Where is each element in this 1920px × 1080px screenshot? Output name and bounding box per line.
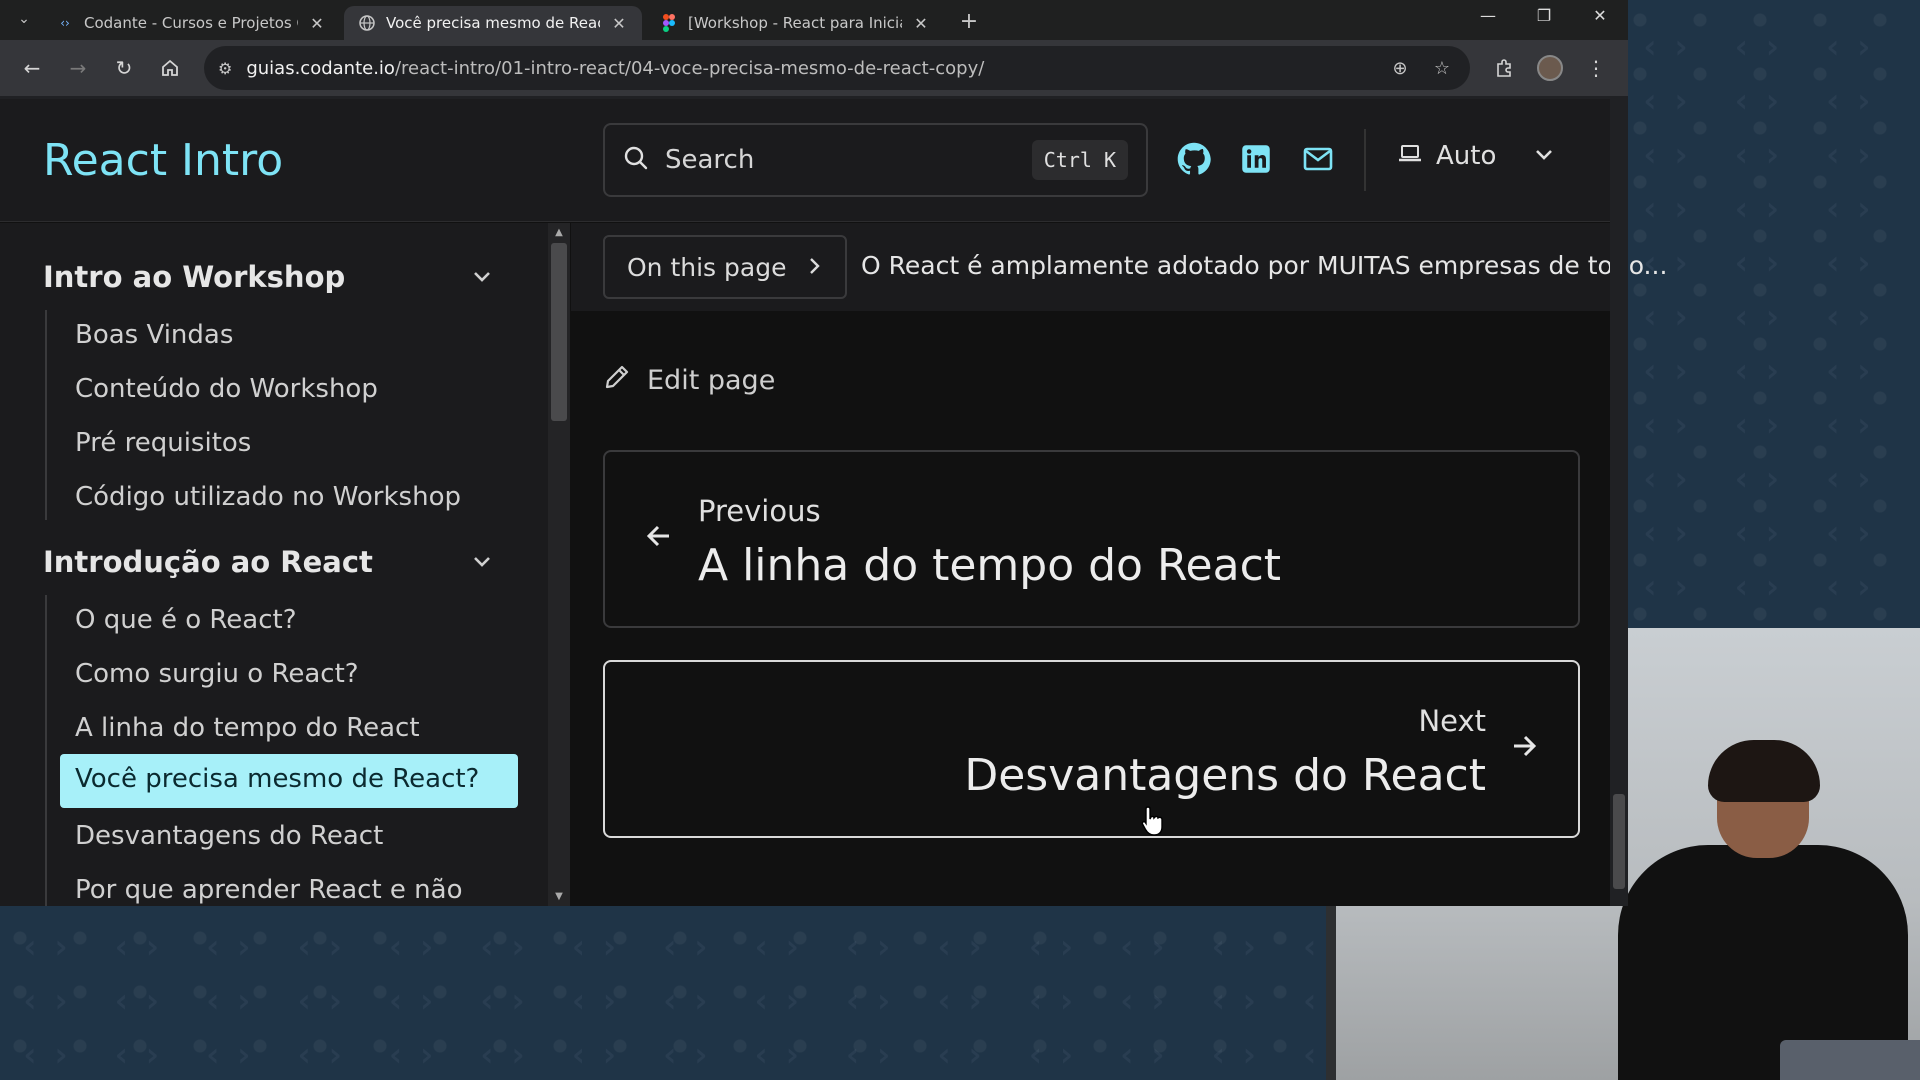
close-window-icon[interactable]: ✕: [1572, 0, 1628, 30]
sidebar-item-voce-precisa[interactable]: Você precisa mesmo de React?: [60, 754, 518, 808]
sidebar-item-conteudo[interactable]: Conteúdo do Workshop: [75, 374, 378, 404]
theme-select[interactable]: Auto: [1398, 141, 1496, 171]
edit-page-link[interactable]: Edit page: [603, 363, 775, 398]
mail-icon[interactable]: [1300, 141, 1336, 177]
extensions-icon[interactable]: [1484, 48, 1524, 88]
arrow-right-icon: [1510, 732, 1538, 768]
tab-title: [Workshop - React para Iniciant: [688, 14, 902, 32]
sidebar-scroll-thumb[interactable]: [551, 243, 567, 421]
sidebar-item-desvantagens[interactable]: Desvantagens do React: [75, 821, 383, 851]
window-controls: — ❐ ✕: [1460, 0, 1628, 34]
bookmark-star-icon[interactable]: ☆: [1428, 58, 1456, 79]
toc-current-heading[interactable]: O React é amplamente adotado por MUITAS …: [861, 251, 1667, 280]
sidebar-group-introducao-react[interactable]: Introdução ao React: [43, 545, 373, 579]
tab-search-button[interactable]: ⌄: [10, 4, 38, 34]
background-decoration: ‹› ‹› ‹› ‹› ‹› ‹› ‹› ‹› ‹› ‹› ‹› ‹› ‹› ‹› ‹›…: [1640, 27, 1884, 607]
figma-icon: [660, 14, 678, 32]
toc-bar: On this page O React é amplamente adotad…: [571, 223, 1667, 311]
linkedin-icon[interactable]: [1238, 141, 1274, 177]
minimize-icon[interactable]: —: [1460, 0, 1516, 30]
site-title[interactable]: React Intro: [43, 135, 283, 186]
chevron-down-icon[interactable]: [470, 265, 494, 293]
address-bar[interactable]: ⚙ guias.codante.io/react-intro/01-intro-…: [204, 46, 1470, 90]
on-this-page-button[interactable]: On this page: [603, 235, 847, 299]
header-divider: [1364, 129, 1366, 191]
globe-icon: [358, 14, 376, 32]
sidebar-item-codigo[interactable]: Código utilizado no Workshop: [75, 482, 461, 512]
zoom-icon[interactable]: ⊕: [1386, 58, 1414, 79]
tab-current[interactable]: Você precisa mesmo de React? ✕: [344, 6, 642, 40]
sidebar-item-por-que-aprender[interactable]: Por que aprender React e não: [75, 875, 463, 905]
tab-title: Você precisa mesmo de React?: [386, 14, 600, 32]
previous-page-link[interactable]: Previous A linha do tempo do React: [603, 450, 1580, 628]
forward-icon[interactable]: →: [58, 48, 98, 88]
site-settings-icon[interactable]: ⚙: [218, 59, 232, 78]
theme-label: Auto: [1436, 141, 1497, 171]
laptop: [1780, 1040, 1920, 1080]
group-indent-line: [45, 595, 47, 906]
presenter-hair: [1708, 740, 1820, 802]
tab-strip: ⌄ ‹› Codante - Cursos e Projetos On ✕ Vo…: [0, 0, 1628, 40]
browser-toolbar: ← → ↻ ⚙ guias.codante.io/react-intro/01-…: [0, 40, 1628, 96]
sidebar-group-intro-workshop[interactable]: Intro ao Workshop: [43, 260, 345, 294]
github-icon[interactable]: [1176, 141, 1212, 177]
sidebar-item-o-que-e-react[interactable]: O que é o React?: [75, 605, 297, 635]
page-scroll-thumb[interactable]: [1613, 794, 1625, 889]
site-header: React Intro Search Ctrl K Auto: [0, 99, 1610, 222]
sidebar-item-pre-requisitos[interactable]: Pré requisitos: [75, 428, 251, 458]
url-text[interactable]: guias.codante.io/react-intro/01-intro-re…: [246, 58, 1372, 79]
arrow-left-icon: [645, 522, 673, 558]
pencil-icon: [603, 363, 631, 398]
scroll-down-icon[interactable]: ▼: [552, 891, 566, 902]
search-icon: [623, 145, 649, 175]
sidebar-item-linha-do-tempo[interactable]: A linha do tempo do React: [75, 713, 420, 743]
page-scrollbar[interactable]: [1610, 99, 1628, 906]
next-label: Next: [1418, 704, 1486, 738]
reload-icon[interactable]: ↻: [104, 48, 144, 88]
sidebar: Intro ao Workshop Boas Vindas Conteúdo d…: [0, 223, 548, 906]
tab-title: Codante - Cursos e Projetos On: [84, 14, 298, 32]
edit-page-label: Edit page: [647, 365, 776, 396]
chevron-right-icon: [807, 253, 823, 282]
close-icon[interactable]: ✕: [912, 14, 930, 33]
background-decoration-bottom: ‹› ‹› ‹› ‹› ‹› ‹› ‹› ‹› ‹› ‹› ‹› ‹› ‹› ‹…: [20, 927, 1453, 1075]
group-indent-line: [45, 310, 47, 520]
back-icon[interactable]: ←: [12, 48, 52, 88]
tab-codante[interactable]: ‹› Codante - Cursos e Projetos On ✕: [42, 6, 340, 40]
home-icon[interactable]: [150, 48, 190, 88]
close-icon[interactable]: ✕: [610, 14, 628, 33]
previous-label: Previous: [698, 494, 821, 528]
tab-figma[interactable]: [Workshop - React para Iniciant ✕: [646, 6, 944, 40]
profile-avatar[interactable]: [1530, 48, 1570, 88]
search-shortcut: Ctrl K: [1031, 140, 1128, 180]
main-content: On this page O React é amplamente adotad…: [571, 223, 1667, 906]
web-page: React Intro Search Ctrl K Auto Intro ao …: [0, 99, 1667, 906]
browser-window: ⌄ ‹› Codante - Cursos e Projetos On ✕ Vo…: [0, 0, 1667, 906]
close-icon[interactable]: ✕: [308, 14, 326, 33]
search-button[interactable]: Search Ctrl K: [603, 123, 1148, 197]
sidebar-item-como-surgiu[interactable]: Como surgiu o React?: [75, 659, 359, 689]
code-icon: ‹›: [60, 16, 70, 30]
chevron-down-icon[interactable]: [1532, 143, 1556, 171]
chevron-down-icon[interactable]: [470, 550, 494, 578]
next-page-link[interactable]: Next Desvantagens do React: [603, 660, 1580, 838]
scroll-up-icon[interactable]: ▲: [552, 227, 566, 238]
menu-kebab-icon[interactable]: ⋮: [1576, 48, 1616, 88]
laptop-icon: [1398, 141, 1422, 171]
new-tab-button[interactable]: +: [954, 6, 984, 36]
sidebar-item-boas-vindas[interactable]: Boas Vindas: [75, 320, 233, 350]
toc-label: On this page: [627, 252, 787, 282]
hand-cursor-icon: [1140, 805, 1166, 841]
search-label: Search: [665, 145, 755, 175]
next-title: Desvantagens do React: [964, 750, 1486, 801]
previous-title: A linha do tempo do React: [698, 540, 1282, 591]
restore-icon[interactable]: ❐: [1516, 0, 1572, 30]
